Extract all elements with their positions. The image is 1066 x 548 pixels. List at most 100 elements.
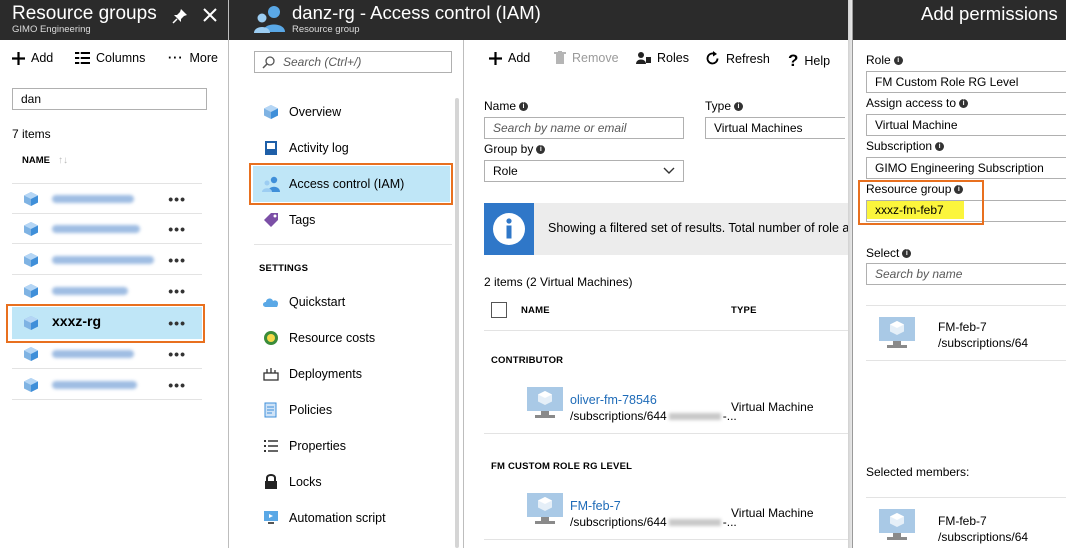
selected-path: /subscriptions/64 <box>938 530 1029 544</box>
resource-group-highlight <box>858 180 984 225</box>
member-name-link[interactable]: FM-feb-7 <box>570 499 621 513</box>
list-item[interactable]: ••• <box>12 245 202 275</box>
list-item[interactable]: ••• <box>12 339 202 369</box>
plus-icon <box>12 51 25 65</box>
resource-group-icon <box>24 253 38 267</box>
nav-activity-log[interactable]: Activity log <box>258 133 448 163</box>
menu-scrollbar[interactable] <box>455 98 459 548</box>
ellipsis-icon[interactable]: ••• <box>168 221 186 237</box>
nav-automation-script[interactable]: Automation script <box>258 503 448 533</box>
list-item[interactable]: ••• <box>12 276 202 306</box>
list-item[interactable]: ••• <box>12 214 202 244</box>
refresh-icon <box>706 51 719 65</box>
name-filter-input[interactable]: Search by name or email <box>484 117 684 139</box>
info-icon[interactable]: i <box>935 141 945 151</box>
info-icon[interactable]: i <box>902 248 912 258</box>
table-row[interactable]: FM-feb-7 /subscriptions/644 -... Virtual … <box>484 484 848 540</box>
tag-icon <box>262 211 280 229</box>
ellipsis-icon[interactable]: ••• <box>168 283 186 299</box>
ellipsis-icon[interactable]: ••• <box>168 252 186 268</box>
selected-member-item[interactable]: FM-feb-7 /subscriptions/64 <box>866 497 1066 548</box>
filter-input[interactable]: dan <box>12 88 207 110</box>
info-icon[interactable]: i <box>893 55 903 65</box>
ellipsis-icon[interactable]: ••• <box>168 377 186 393</box>
page-subtitle: Resource group <box>292 24 360 35</box>
add-button[interactable]: Add <box>12 51 53 65</box>
nav-locks[interactable]: Locks <box>258 467 448 497</box>
select-all-checkbox[interactable] <box>491 302 507 318</box>
pin-icon[interactable] <box>172 8 188 27</box>
properties-icon <box>262 437 280 455</box>
roles-button[interactable]: Roles <box>636 51 689 65</box>
search-input[interactable]: Search (Ctrl+/) <box>254 51 452 73</box>
nav-deployments[interactable]: Deployments <box>258 359 448 389</box>
deployments-icon <box>262 365 280 383</box>
search-result-item[interactable]: FM-feb-7 /subscriptions/64 <box>866 305 1066 361</box>
menu-divider <box>254 244 452 245</box>
close-icon[interactable] <box>203 8 217 25</box>
automation-icon <box>262 509 280 527</box>
resource-group-icon <box>24 347 38 361</box>
info-icon[interactable]: i <box>536 144 546 154</box>
list-item[interactable]: ••• <box>12 370 202 400</box>
sort-icon: ↑↓ <box>57 155 68 166</box>
table-row[interactable]: oliver-fm-78546 /subscriptions/644 -... V… <box>484 378 848 434</box>
blurred-name <box>52 287 128 295</box>
help-button[interactable]: ? Help <box>788 51 830 71</box>
info-circle-icon <box>493 213 525 245</box>
add-permissions-blade: Add permissions Role i FM Custom Role RG … <box>852 0 1066 548</box>
blade-separator <box>228 0 229 548</box>
info-icon[interactable]: i <box>519 101 529 111</box>
info-icon[interactable]: i <box>734 101 744 111</box>
page-title: danz-rg - Access control (IAM) <box>292 2 541 23</box>
chevron-down-icon <box>663 167 675 174</box>
select-label: Select i <box>866 246 912 260</box>
subscription-select[interactable]: GIMO Engineering Subscription <box>866 157 1066 179</box>
ellipsis-icon[interactable]: ••• <box>168 346 186 362</box>
nav-resource-costs[interactable]: Resource costs <box>258 323 448 353</box>
assign-access-select[interactable]: Virtual Machine <box>866 114 1066 136</box>
settings-header: SETTINGS <box>259 263 309 274</box>
list-item[interactable]: ••• <box>12 184 202 214</box>
type-column-header[interactable]: TYPE <box>731 305 757 316</box>
role-select[interactable]: FM Custom Role RG Level <box>866 71 1066 93</box>
result-path: /subscriptions/64 <box>938 336 1029 350</box>
menu-separator <box>463 40 464 548</box>
role-group-fm-custom: FM CUSTOM ROLE RG LEVEL <box>491 461 633 472</box>
more-button[interactable]: ··· More <box>168 51 218 65</box>
group-by-label: Group by i <box>484 142 546 156</box>
type-filter-select[interactable]: Virtual Machines <box>705 117 845 139</box>
name-column-header[interactable]: NAME ↑↓ <box>22 155 68 166</box>
nav-overview[interactable]: Overview <box>258 97 448 127</box>
member-path: /subscriptions/644 -... <box>570 515 737 529</box>
resource-group-icon <box>24 192 38 206</box>
member-search-input[interactable]: Search by name <box>866 263 1066 285</box>
columns-button[interactable]: Columns <box>75 51 145 65</box>
virtual-machine-icon <box>527 493 563 524</box>
member-name-link[interactable]: oliver-fm-78546 <box>570 393 657 407</box>
item-count: 7 items <box>12 127 51 141</box>
ellipsis-icon[interactable]: ••• <box>168 191 186 207</box>
info-icon[interactable]: i <box>959 98 969 108</box>
blurred-id <box>668 519 721 526</box>
nav-policies[interactable]: Policies <box>258 395 448 425</box>
nav-quickstart[interactable]: Quickstart <box>258 287 448 317</box>
nav-properties[interactable]: Properties <box>258 431 448 461</box>
add-permissions-header: Add permissions <box>853 0 1066 40</box>
group-by-select[interactable]: Role <box>484 160 684 182</box>
blurred-name <box>52 195 134 203</box>
remove-button[interactable]: Remove <box>554 51 619 65</box>
result-count: 2 items (2 Virtual Machines) <box>484 275 633 289</box>
add-role-button[interactable]: Add <box>489 51 530 65</box>
refresh-button[interactable]: Refresh <box>705 51 770 66</box>
member-type: Virtual Machine <box>731 400 814 414</box>
blurred-name <box>52 381 137 389</box>
blade-title: Add permissions <box>921 3 1058 24</box>
selected-members-label: Selected members: <box>866 465 970 479</box>
virtual-machine-icon <box>879 317 915 348</box>
nav-tags[interactable]: Tags <box>258 205 448 235</box>
resource-groups-header: Resource groups GIMO Engineering <box>0 0 228 40</box>
trash-icon <box>554 51 566 64</box>
search-icon <box>262 56 275 69</box>
name-column-header[interactable]: NAME <box>521 305 550 316</box>
